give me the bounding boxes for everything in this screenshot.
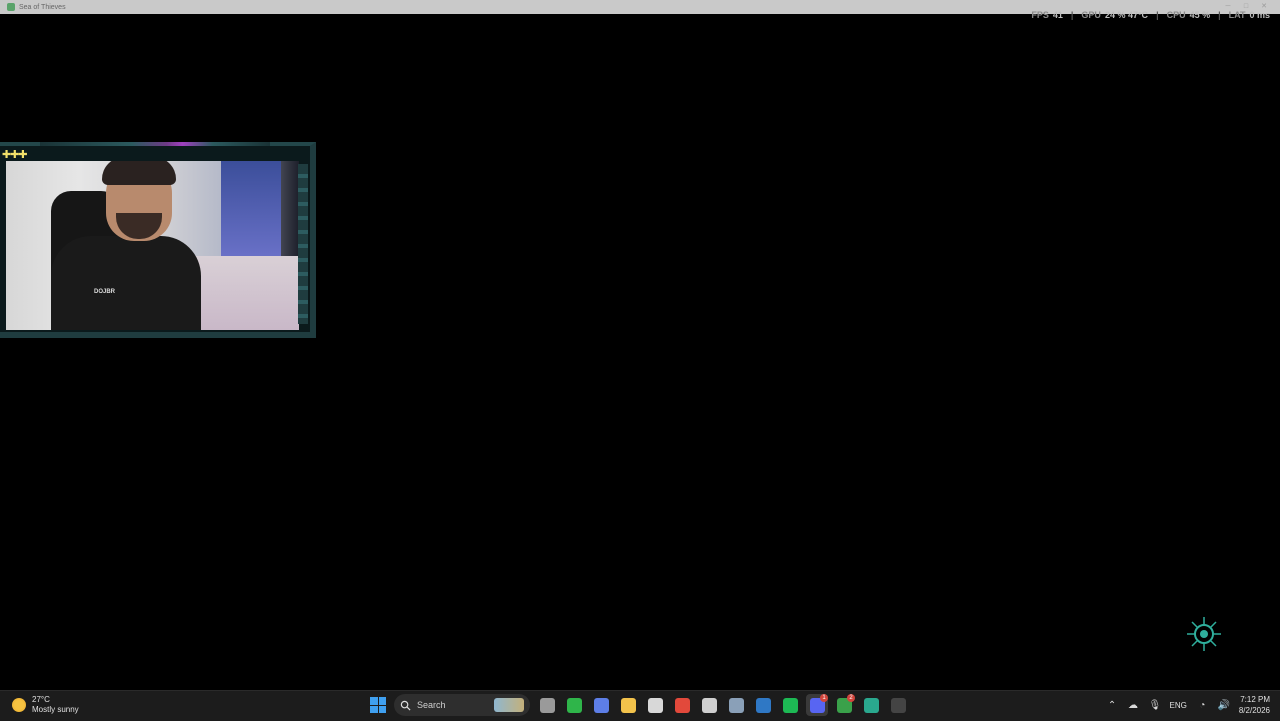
whatsapp-icon [566,697,582,713]
sun-icon [12,698,26,712]
taskbar-app-settings[interactable] [725,694,747,716]
onedrive-icon[interactable]: ☁ [1128,700,1139,711]
latency-readout: LAT 0 ms [1228,10,1270,20]
copilot-icon [593,697,609,713]
background-floor [186,256,299,330]
window-title: Sea of Thieves [19,3,66,11]
notes-icon [863,697,879,713]
taskbar-app-spotify[interactable] [779,694,801,716]
background-wall [221,161,281,261]
notification-badge: 1 [820,694,828,702]
clock-time: 7:12 PM [1240,695,1270,704]
language-indicator[interactable]: ENG [1170,701,1187,710]
frame-decoration [40,142,270,146]
taskbar-app-file-explorer[interactable] [617,694,639,716]
shirt-logo-text: DOJBR [94,289,116,295]
app-icon [7,3,15,11]
chrome-icon [674,697,690,713]
notification-badge: 2 [847,694,855,702]
microphone-icon[interactable]: 🎙 [1149,700,1162,711]
search-input[interactable]: Search [394,694,530,716]
taskbar-app-chrome[interactable] [671,694,693,716]
search-icon [400,700,411,711]
pinned-apps: 12 [536,694,909,716]
webcam-overlay-frame: ✚✚✚ DOJBR [0,142,316,338]
streamer-body [51,236,201,330]
taskbar-center: Search 12 [368,694,909,716]
taskbar: 27°C Mostly sunny Search 12 ⌃ ☁ 🎙 ENG ◔ … [0,690,1280,721]
chatgpt-icon [701,697,717,713]
taskbar-app-sea-of-thieves[interactable] [887,694,909,716]
file-explorer-icon [620,697,636,713]
weather-text: 27°C Mostly sunny [32,695,79,715]
taskbar-app-microsoft-store[interactable] [644,694,666,716]
fps-readout: FPS 41 [1031,10,1063,20]
weather-temperature: 27°C [32,695,50,704]
taskbar-app-discord[interactable]: 1 [806,694,828,716]
frame-star-icons: ✚✚✚ [2,149,28,161]
clock-date: 8/2/2026 [1238,706,1270,715]
separator: | [1070,10,1074,20]
system-tray: ⌃ ☁ 🎙 ENG ◔ 🔊 7:12 PM 8/2/2026 [1107,694,1270,716]
cpu-readout: CPU 45 % [1166,10,1211,20]
search-highlight-image [494,698,524,712]
weather-widget[interactable]: 27°C Mostly sunny [12,695,79,715]
taskbar-app-remote-desktop[interactable] [752,694,774,716]
taskbar-app-chatgpt[interactable] [698,694,720,716]
gpu-readout: GPU 24 % 47°C [1081,10,1149,20]
microsoft-store-icon [647,697,663,713]
task-view-icon [539,697,555,713]
frame-side-decoration [298,164,308,324]
settings-icon [728,697,744,713]
start-button[interactable] [368,695,388,715]
webcam-feed: DOJBR [6,161,299,330]
search-placeholder: Search [417,700,446,710]
taskbar-app-xbox[interactable]: 2 [833,694,855,716]
wifi-icon[interactable]: ◔ [1197,700,1208,711]
streamer-hair [102,161,176,185]
taskbar-app-copilot[interactable] [590,694,612,716]
remote-desktop-icon [755,697,771,713]
separator: | [1218,10,1221,20]
performance-overlay: FPS 41 | GPU 24 % 47°C | CPU 45 % | LAT … [1031,10,1270,20]
compass-icon [1187,617,1221,651]
volume-icon[interactable]: 🔊 [1218,700,1230,711]
separator: | [1156,10,1159,20]
chevron-up-icon[interactable]: ⌃ [1107,700,1118,711]
taskbar-app-whatsapp[interactable] [563,694,585,716]
taskbar-app-notes[interactable] [860,694,882,716]
spotify-icon [782,697,798,713]
clock[interactable]: 7:12 PM 8/2/2026 [1239,694,1270,716]
weather-condition: Mostly sunny [32,705,79,714]
taskbar-app-task-view[interactable] [536,694,558,716]
sea-of-thieves-icon [890,697,906,713]
